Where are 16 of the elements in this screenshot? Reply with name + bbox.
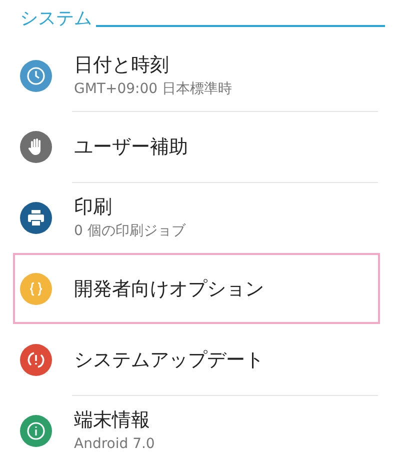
item-title: 日付と時刻 xyxy=(74,53,170,77)
settings-item[interactable]: 開発者向けオプション xyxy=(13,253,380,324)
settings-item[interactable]: ユーザー補助 xyxy=(13,111,380,182)
section-title: システム xyxy=(20,8,92,30)
settings-item[interactable]: 日付と時刻 GMT+09:00 日本標準時 xyxy=(13,40,380,111)
item-title: 印刷 xyxy=(74,195,113,219)
item-subtitle: GMT+09:00 日本標準時 xyxy=(74,80,232,98)
settings-item[interactable]: 端末情報 Android 7.0 xyxy=(13,395,380,460)
item-title: ユーザー補助 xyxy=(74,134,188,158)
item-title: 開発者向けオプション xyxy=(74,276,264,300)
item-title: システムアップデート xyxy=(74,348,264,372)
settings-item[interactable]: システムアップデート xyxy=(13,324,380,395)
item-subtitle: 0 個の印刷ジョブ xyxy=(74,222,186,240)
settings-item[interactable]: 印刷 0 個の印刷ジョブ xyxy=(13,182,380,253)
item-subtitle: Android 7.0 xyxy=(74,435,155,453)
item-title: 端末情報 xyxy=(74,408,151,432)
